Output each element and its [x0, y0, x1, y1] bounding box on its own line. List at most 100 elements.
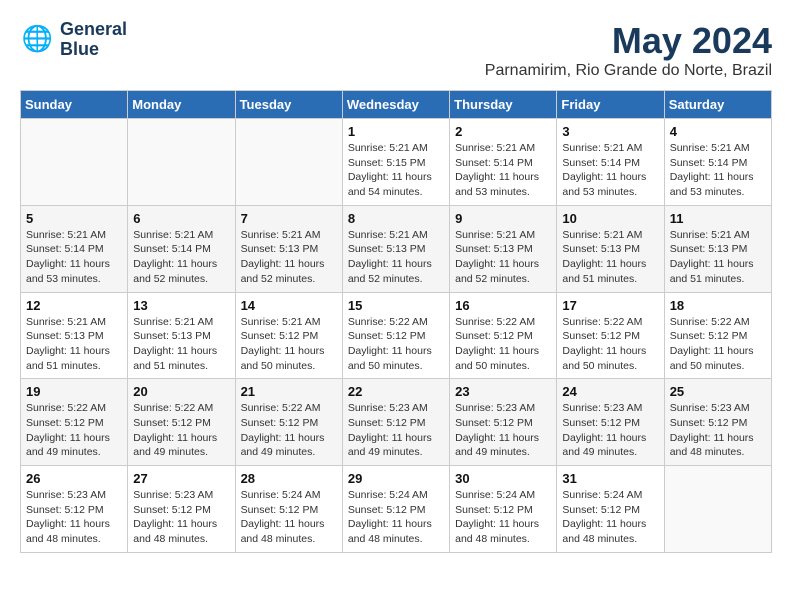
- calendar-cell: 26 Sunrise: 5:23 AM Sunset: 5:12 PM Dayli…: [21, 466, 128, 553]
- calendar-cell: 17Sunrise: 5:22 AM Sunset: 5:12 PM Dayli…: [557, 292, 664, 379]
- calendar-cell: 14 Sunrise: 5:21 AM Sunset: 5:12 PM Dayli…: [235, 292, 342, 379]
- calendar-cell: 10Sunrise: 5:21 AM Sunset: 5:13 PM Dayli…: [557, 205, 664, 292]
- day-number: 20: [133, 384, 229, 399]
- calendar-cell: 23 Sunrise: 5:23 AM Sunset: 5:12 PM Dayli…: [450, 379, 557, 466]
- logo: 🌐 General Blue: [20, 20, 127, 60]
- day-info: Sunrise: 5:22 AM Sunset: 5:12 PM Dayligh…: [670, 315, 766, 374]
- svg-text:🌐: 🌐: [22, 24, 53, 53]
- day-number: 25: [670, 384, 766, 399]
- logo-text: General Blue: [60, 20, 127, 60]
- calendar-cell: 21 Sunrise: 5:22 AM Sunset: 5:12 PM Dayli…: [235, 379, 342, 466]
- day-info: Sunrise: 5:23 AM Sunset: 5:12 PM Dayligh…: [455, 401, 551, 460]
- calendar-week-1: 1 Sunrise: 5:21 AM Sunset: 5:15 PM Daylig…: [21, 119, 772, 206]
- calendar-table: SundayMondayTuesdayWednesdayThursdayFrid…: [20, 90, 772, 553]
- day-number: 21: [241, 384, 337, 399]
- calendar-cell: 8 Sunrise: 5:21 AM Sunset: 5:13 PM Daylig…: [342, 205, 449, 292]
- calendar-cell: 25 Sunrise: 5:23 AM Sunset: 5:12 PM Dayli…: [664, 379, 771, 466]
- weekday-header-sunday: Sunday: [21, 91, 128, 119]
- calendar-cell: 28 Sunrise: 5:24 AM Sunset: 5:12 PM Dayli…: [235, 466, 342, 553]
- calendar-cell: 3Sunrise: 5:21 AM Sunset: 5:14 PM Daylig…: [557, 119, 664, 206]
- calendar-cell: [128, 119, 235, 206]
- logo-icon: 🌐: [20, 22, 56, 58]
- day-number: 24: [562, 384, 658, 399]
- calendar-cell: 29 Sunrise: 5:24 AM Sunset: 5:12 PM Dayli…: [342, 466, 449, 553]
- weekday-header-monday: Monday: [128, 91, 235, 119]
- day-info: Sunrise: 5:21 AM Sunset: 5:12 PM Dayligh…: [241, 315, 337, 374]
- calendar-cell: 16 Sunrise: 5:22 AM Sunset: 5:12 PM Dayli…: [450, 292, 557, 379]
- calendar-cell: [235, 119, 342, 206]
- calendar-cell: 5Sunrise: 5:21 AM Sunset: 5:14 PM Daylig…: [21, 205, 128, 292]
- day-info: Sunrise: 5:21 AM Sunset: 5:13 PM Dayligh…: [241, 228, 337, 287]
- day-info: Sunrise: 5:22 AM Sunset: 5:12 PM Dayligh…: [133, 401, 229, 460]
- calendar-cell: [664, 466, 771, 553]
- day-number: 26: [26, 471, 122, 486]
- location-title: Parnamirim, Rio Grande do Norte, Brazil: [485, 62, 772, 80]
- day-number: 28: [241, 471, 337, 486]
- day-number: 29: [348, 471, 444, 486]
- calendar-cell: 9 Sunrise: 5:21 AM Sunset: 5:13 PM Daylig…: [450, 205, 557, 292]
- day-info: Sunrise: 5:22 AM Sunset: 5:12 PM Dayligh…: [26, 401, 122, 460]
- day-number: 5: [26, 211, 122, 226]
- day-number: 3: [562, 124, 658, 139]
- calendar-body: 1 Sunrise: 5:21 AM Sunset: 5:15 PM Daylig…: [21, 119, 772, 553]
- calendar-cell: 18 Sunrise: 5:22 AM Sunset: 5:12 PM Dayli…: [664, 292, 771, 379]
- day-info: Sunrise: 5:24 AM Sunset: 5:12 PM Dayligh…: [455, 488, 551, 547]
- day-number: 16: [455, 298, 551, 313]
- weekday-header-thursday: Thursday: [450, 91, 557, 119]
- calendar-week-5: 26 Sunrise: 5:23 AM Sunset: 5:12 PM Dayli…: [21, 466, 772, 553]
- month-title: May 2024: [485, 20, 772, 62]
- calendar-cell: 27Sunrise: 5:23 AM Sunset: 5:12 PM Dayli…: [128, 466, 235, 553]
- calendar-week-4: 19 Sunrise: 5:22 AM Sunset: 5:12 PM Dayli…: [21, 379, 772, 466]
- day-number: 13: [133, 298, 229, 313]
- day-number: 14: [241, 298, 337, 313]
- day-number: 17: [562, 298, 658, 313]
- calendar-cell: 11 Sunrise: 5:21 AM Sunset: 5:13 PM Dayli…: [664, 205, 771, 292]
- day-number: 15: [348, 298, 444, 313]
- day-info: Sunrise: 5:23 AM Sunset: 5:12 PM Dayligh…: [670, 401, 766, 460]
- day-number: 18: [670, 298, 766, 313]
- calendar-cell: 31 Sunrise: 5:24 AM Sunset: 5:12 PM Dayli…: [557, 466, 664, 553]
- day-info: Sunrise: 5:21 AM Sunset: 5:14 PM Dayligh…: [455, 141, 551, 200]
- day-number: 30: [455, 471, 551, 486]
- calendar-cell: 20 Sunrise: 5:22 AM Sunset: 5:12 PM Dayli…: [128, 379, 235, 466]
- day-info: Sunrise: 5:24 AM Sunset: 5:12 PM Dayligh…: [348, 488, 444, 547]
- day-info: Sunrise: 5:21 AM Sunset: 5:15 PM Dayligh…: [348, 141, 444, 200]
- day-info: Sunrise: 5:21 AM Sunset: 5:13 PM Dayligh…: [26, 315, 122, 374]
- weekday-header-tuesday: Tuesday: [235, 91, 342, 119]
- calendar-week-3: 12 Sunrise: 5:21 AM Sunset: 5:13 PM Dayli…: [21, 292, 772, 379]
- day-info: Sunrise: 5:22 AM Sunset: 5:12 PM Dayligh…: [348, 315, 444, 374]
- calendar-cell: 30 Sunrise: 5:24 AM Sunset: 5:12 PM Dayli…: [450, 466, 557, 553]
- day-info: Sunrise: 5:24 AM Sunset: 5:12 PM Dayligh…: [241, 488, 337, 547]
- day-info: Sunrise: 5:21 AM Sunset: 5:13 PM Dayligh…: [562, 228, 658, 287]
- calendar-cell: 15 Sunrise: 5:22 AM Sunset: 5:12 PM Dayli…: [342, 292, 449, 379]
- calendar-cell: 4Sunrise: 5:21 AM Sunset: 5:14 PM Daylig…: [664, 119, 771, 206]
- weekday-header-saturday: Saturday: [664, 91, 771, 119]
- calendar-cell: 1 Sunrise: 5:21 AM Sunset: 5:15 PM Daylig…: [342, 119, 449, 206]
- day-info: Sunrise: 5:23 AM Sunset: 5:12 PM Dayligh…: [562, 401, 658, 460]
- day-info: Sunrise: 5:21 AM Sunset: 5:13 PM Dayligh…: [670, 228, 766, 287]
- day-number: 11: [670, 211, 766, 226]
- day-number: 1: [348, 124, 444, 139]
- day-info: Sunrise: 5:21 AM Sunset: 5:13 PM Dayligh…: [455, 228, 551, 287]
- calendar-cell: 22Sunrise: 5:23 AM Sunset: 5:12 PM Dayli…: [342, 379, 449, 466]
- calendar-cell: 13 Sunrise: 5:21 AM Sunset: 5:13 PM Dayli…: [128, 292, 235, 379]
- day-number: 22: [348, 384, 444, 399]
- day-number: 8: [348, 211, 444, 226]
- day-info: Sunrise: 5:21 AM Sunset: 5:13 PM Dayligh…: [348, 228, 444, 287]
- day-info: Sunrise: 5:22 AM Sunset: 5:12 PM Dayligh…: [455, 315, 551, 374]
- day-number: 19: [26, 384, 122, 399]
- day-number: 7: [241, 211, 337, 226]
- day-info: Sunrise: 5:21 AM Sunset: 5:13 PM Dayligh…: [133, 315, 229, 374]
- day-info: Sunrise: 5:23 AM Sunset: 5:12 PM Dayligh…: [133, 488, 229, 547]
- day-number: 23: [455, 384, 551, 399]
- day-info: Sunrise: 5:23 AM Sunset: 5:12 PM Dayligh…: [26, 488, 122, 547]
- day-info: Sunrise: 5:24 AM Sunset: 5:12 PM Dayligh…: [562, 488, 658, 547]
- day-info: Sunrise: 5:22 AM Sunset: 5:12 PM Dayligh…: [241, 401, 337, 460]
- day-number: 9: [455, 211, 551, 226]
- day-number: 12: [26, 298, 122, 313]
- calendar-cell: 12 Sunrise: 5:21 AM Sunset: 5:13 PM Dayli…: [21, 292, 128, 379]
- calendar-cell: 19 Sunrise: 5:22 AM Sunset: 5:12 PM Dayli…: [21, 379, 128, 466]
- page-header: 🌐 General Blue May 2024 Parnamirim, Rio …: [20, 20, 772, 80]
- day-number: 31: [562, 471, 658, 486]
- title-block: May 2024 Parnamirim, Rio Grande do Norte…: [485, 20, 772, 80]
